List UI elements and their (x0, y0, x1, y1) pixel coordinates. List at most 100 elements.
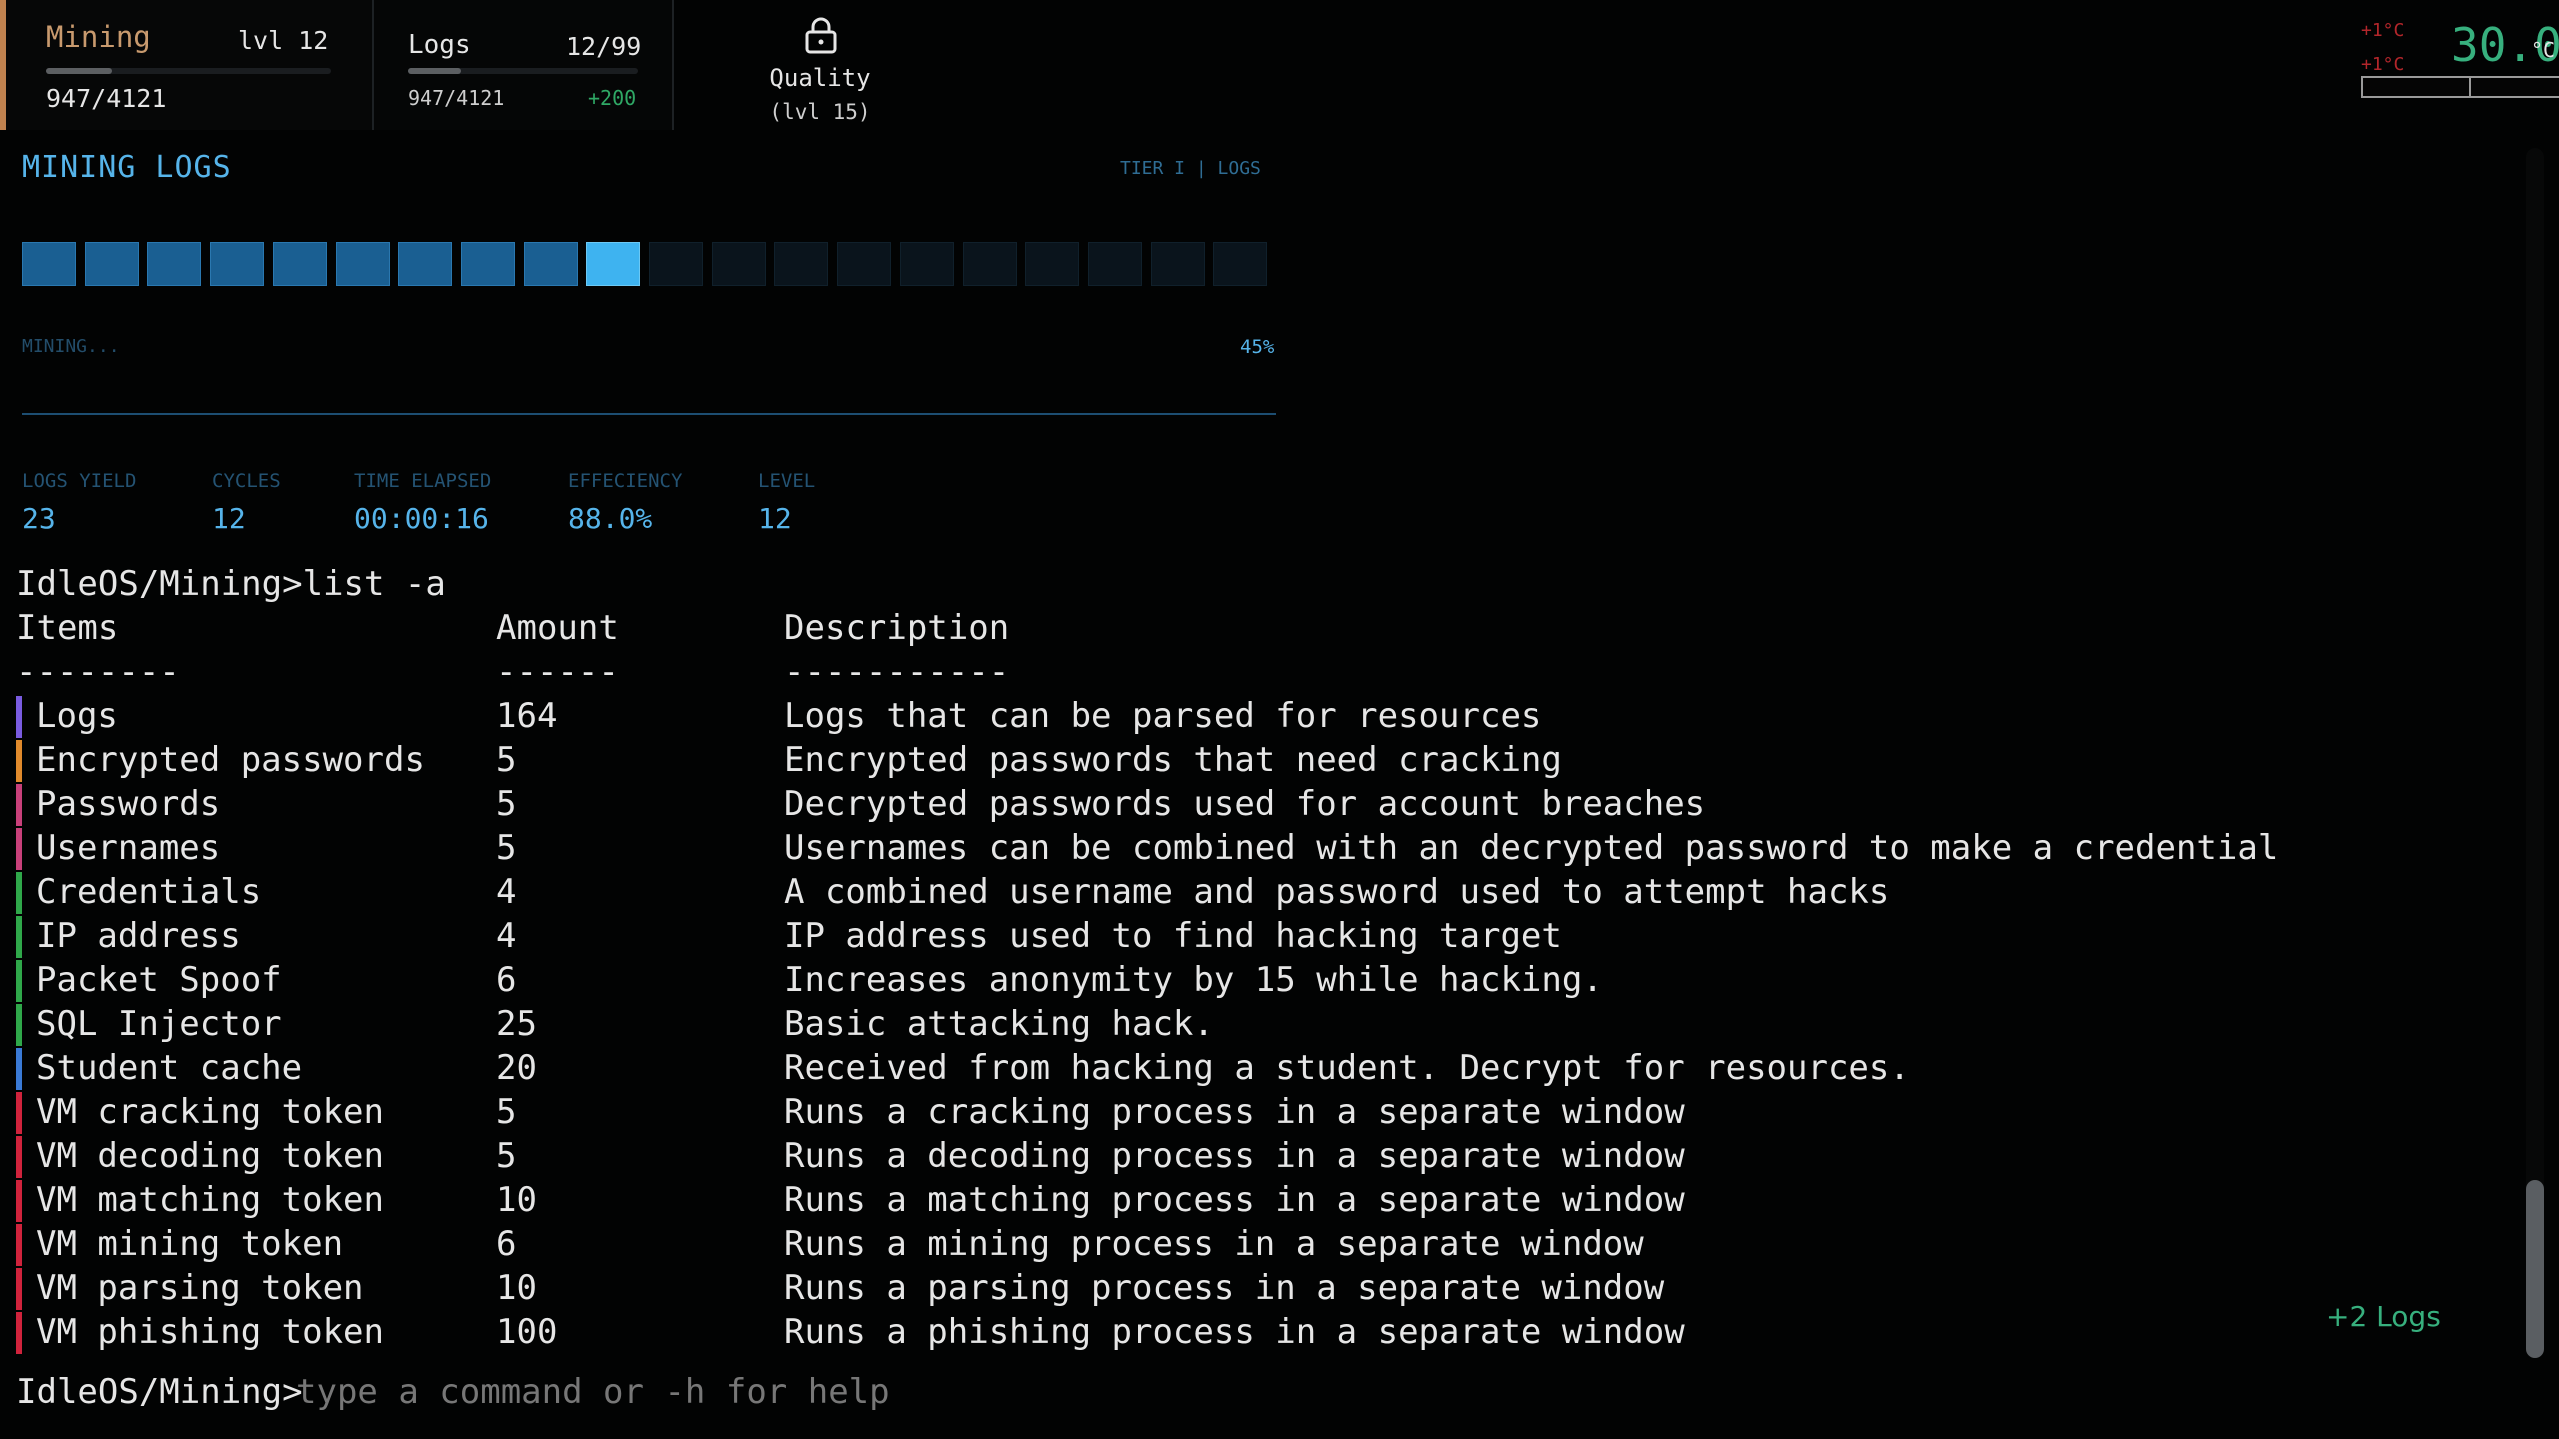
resource-count: 12/99 (566, 32, 642, 61)
resource-name: Logs (408, 30, 471, 60)
terminal-prompt: IdleOS/Mining> (16, 1372, 303, 1412)
progress-block (273, 242, 327, 286)
item-color-marker (16, 1048, 22, 1090)
item-amount: 10 (496, 1180, 537, 1220)
item-description: Received from hacking a student. Decrypt… (784, 1048, 1910, 1088)
resource-xp: 947/4121 (408, 86, 505, 110)
resource-progress-bar (408, 68, 638, 74)
terminal-command: IdleOS/Mining>list -a (16, 564, 446, 604)
progress-block (210, 242, 264, 286)
table-row: VM parsing token 10 Runs a parsing process… (0, 1266, 2300, 1310)
table-row: VM decoding token 5 Runs a decoding proces… (0, 1134, 2300, 1178)
resource-card-logs[interactable]: Logs 12/99 947/4121 +200 (372, 0, 674, 130)
item-name: Usernames (36, 828, 221, 868)
item-name: VM mining token (36, 1224, 344, 1264)
item-name: VM decoding token (36, 1136, 384, 1176)
progress-block (774, 242, 828, 286)
stat-label-time-elapsed: TIME ELAPSED (354, 470, 492, 492)
quality-card-locked[interactable]: Quality (lvl 15) (672, 0, 968, 130)
skill-progress-fill (46, 68, 112, 74)
progress-block (586, 242, 640, 286)
notification-toast: +2 Logs (2326, 1300, 2441, 1333)
item-description: Runs a phishing process in a separate wi… (784, 1312, 1685, 1352)
item-description: IP address used to find hacking target (784, 916, 1562, 956)
stat-label-efficiency: EFFECIENCY (568, 470, 683, 492)
item-description: Usernames can be combined with an decryp… (784, 828, 2279, 868)
skill-card-mining[interactable]: Mining lvl 12 947/4121 (0, 0, 378, 130)
header-amount: Amount (496, 608, 619, 648)
item-amount: 5 (496, 1092, 517, 1132)
item-color-marker (16, 696, 22, 738)
stat-label-logs-yield: LOGS YIELD (22, 470, 137, 492)
item-color-marker (16, 1224, 22, 1266)
temperature-delta: +1°C (2361, 20, 2405, 41)
item-name: Passwords (36, 784, 221, 824)
panel-title: MINING LOGS (22, 150, 232, 185)
progress-block (22, 242, 76, 286)
item-name: Student cache (36, 1048, 303, 1088)
item-color-marker (16, 1004, 22, 1046)
item-amount: 100 (496, 1312, 558, 1352)
temperature-widget: +1°C +1°C 30.0 °C (2239, 0, 2559, 110)
divider (22, 413, 1276, 415)
item-color-marker (16, 1136, 22, 1178)
lock-icon (805, 17, 837, 54)
progress-block (85, 242, 139, 286)
skill-xp: 947/4121 (46, 84, 167, 113)
item-color-marker (16, 960, 22, 1002)
item-description: Basic attacking hack. (784, 1004, 1214, 1044)
item-name: VM phishing token (36, 1312, 384, 1352)
item-amount: 5 (496, 828, 517, 868)
mining-status: MINING... (22, 336, 120, 357)
item-color-marker (16, 1180, 22, 1222)
item-color-marker (16, 828, 22, 870)
progress-block (461, 242, 515, 286)
top-bar: Mining lvl 12 947/4121 Logs 12/99 947/41… (0, 0, 2559, 130)
progress-block (336, 242, 390, 286)
table-row: VM matching token 10 Runs a matching proce… (0, 1178, 2300, 1222)
progress-block (649, 242, 703, 286)
divider-description: ----------- (784, 652, 1010, 692)
stat-value-time-elapsed: 00:00:16 (354, 502, 489, 535)
item-color-marker (16, 1312, 22, 1354)
table-row: Logs 164 Logs that can be parsed for resou… (0, 694, 2300, 738)
progress-block (1025, 242, 1079, 286)
item-color-marker (16, 872, 22, 914)
item-description: Logs that can be parsed for resources (784, 696, 1542, 736)
divider-items: -------- (16, 652, 180, 692)
scrollbar[interactable] (2526, 148, 2544, 1358)
item-amount: 4 (496, 872, 517, 912)
item-color-marker (16, 916, 22, 958)
command-input[interactable] (296, 1370, 1496, 1414)
item-name: SQL Injector (36, 1004, 282, 1044)
item-color-marker (16, 784, 22, 826)
item-description: Decrypted passwords used for account bre… (784, 784, 1706, 824)
item-amount: 4 (496, 916, 517, 956)
progress-block (837, 242, 891, 286)
table-row: Passwords 5 Decrypted passwords used for a… (0, 782, 2300, 826)
item-description: Runs a cracking process in a separate wi… (784, 1092, 1685, 1132)
header-items: Items (16, 608, 119, 648)
quality-label: Quality (769, 64, 871, 92)
stat-label-level: LEVEL (758, 470, 816, 492)
item-name: Logs (36, 696, 118, 736)
stat-label-cycles: CYCLES (212, 470, 281, 492)
scrollbar-thumb[interactable] (2526, 1180, 2544, 1358)
progress-block (1151, 242, 1205, 286)
item-description: Runs a matching process in a separate wi… (784, 1180, 1685, 1220)
item-amount: 164 (496, 696, 558, 736)
quality-level-requirement: (lvl 15) (769, 100, 871, 124)
item-name: Credentials (36, 872, 262, 912)
stat-value-level: 12 (758, 502, 792, 535)
item-description: Encrypted passwords that need cracking (784, 740, 1562, 780)
temperature-delta: +1°C (2361, 54, 2405, 75)
progress-block (524, 242, 578, 286)
progress-block (147, 242, 201, 286)
table-row: VM mining token 6 Runs a mining process in… (0, 1222, 2300, 1266)
table-row: SQL Injector 25 Basic attacking hack. (0, 1002, 2300, 1046)
mining-percent: 45% (1240, 336, 1275, 358)
table-row: VM phishing token 100 Runs a phishing proc… (0, 1310, 2300, 1354)
item-color-marker (16, 1268, 22, 1310)
table-row: VM cracking token 5 Runs a cracking proces… (0, 1090, 2300, 1134)
item-description: Increases anonymity by 15 while hacking. (784, 960, 1603, 1000)
